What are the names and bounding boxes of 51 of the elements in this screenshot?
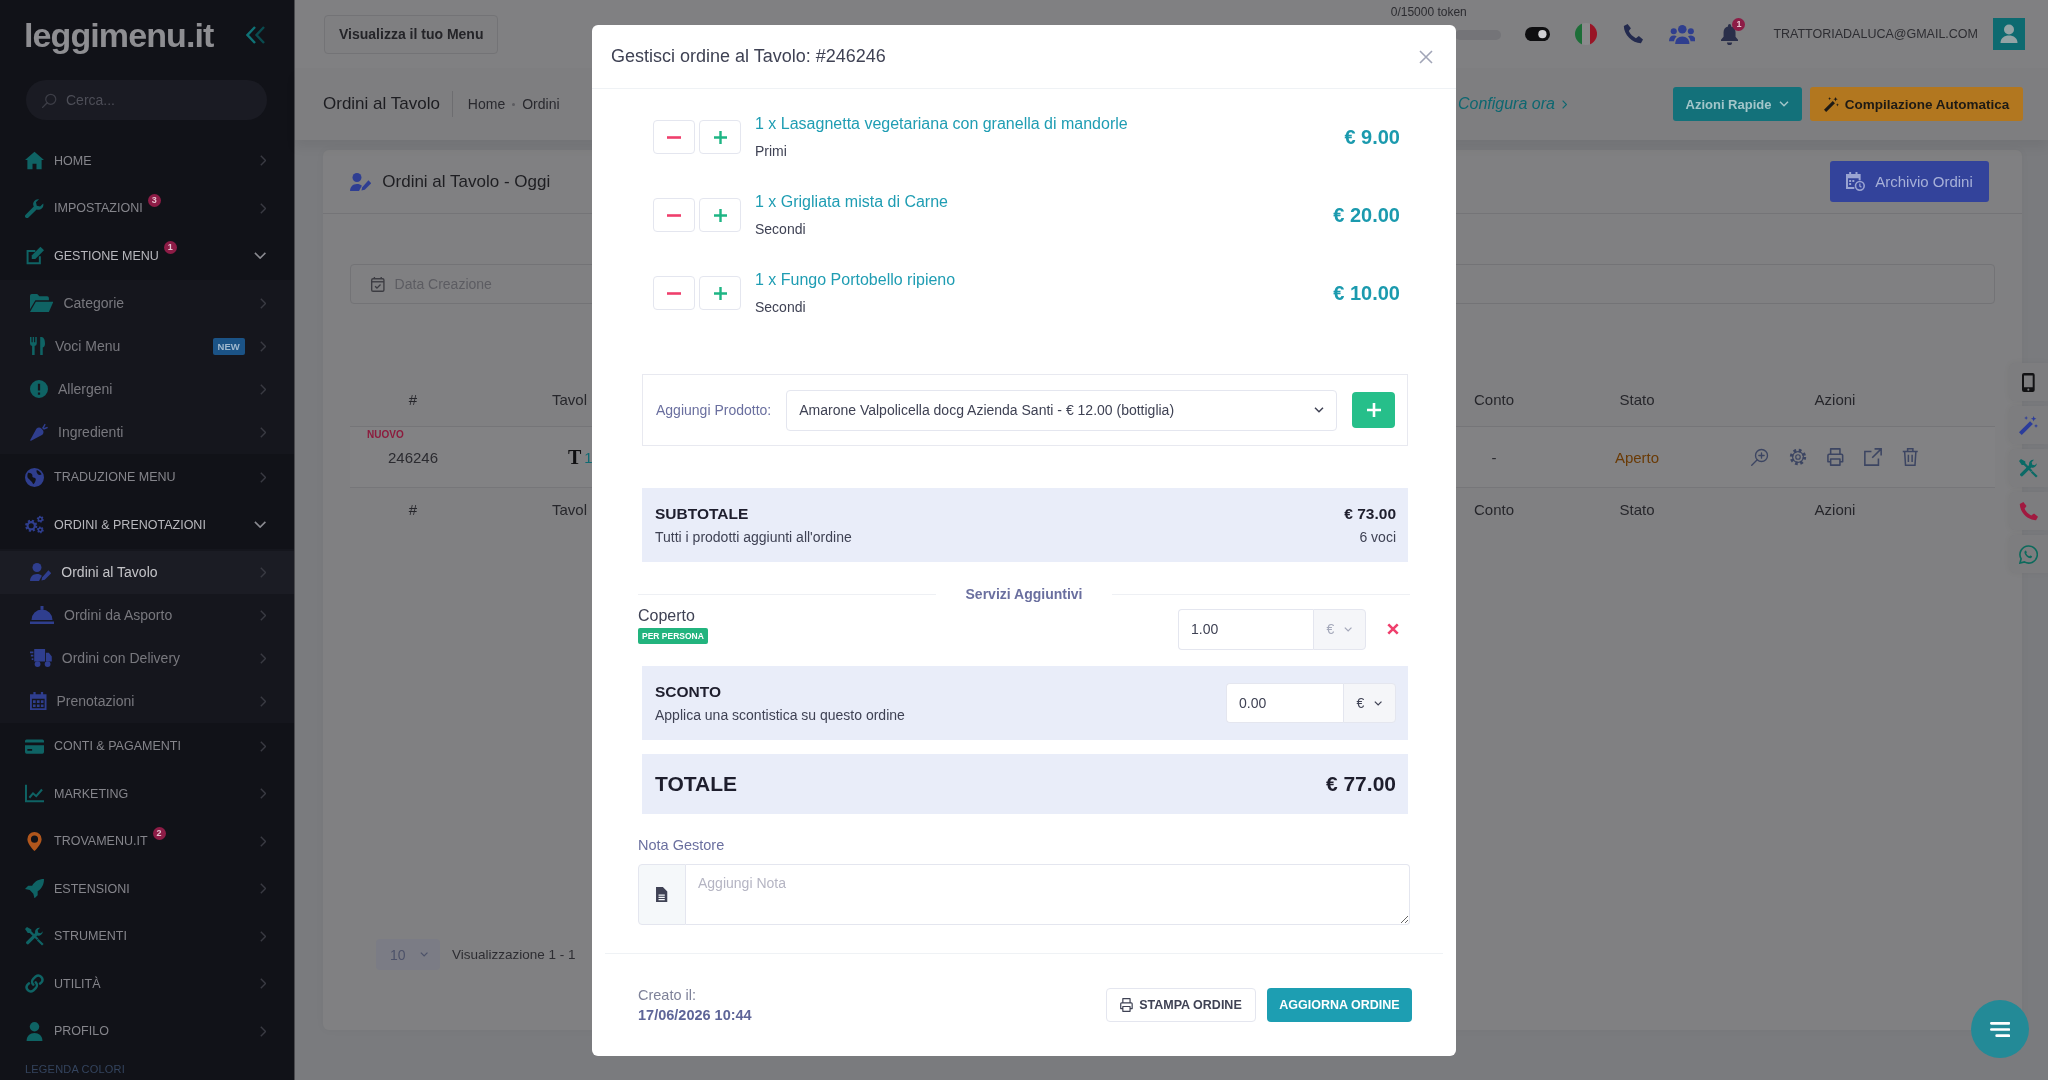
created-date: 17/06/2026 10:44 [638,1007,752,1023]
column-header: # [407,500,419,518]
discount-label: SCONTO [655,682,723,701]
product-category: Primi [755,141,788,161]
product-category: Secondi [755,297,807,317]
new-tag: NEW [212,337,245,355]
created-label: Creato il: [638,987,698,1003]
column-header: Conto [1473,500,1515,518]
section-heading: LEGENDA COLORI [25,1063,126,1075]
column-header: # [407,390,419,408]
status-text: Aperto [1613,447,1661,468]
tag: PER PERSONA [638,628,708,644]
field-label: Aggiungi Prodotto: [656,402,772,418]
pagination-info: Visualizzazione 1 - 1 [452,947,576,962]
product-name: 1 x Grigliata mista di Carne [755,191,948,212]
user-email: TRATTORIADALUCA@GMAIL.COM [1773,27,1978,41]
token-counter: 0/15000 token [1390,5,1468,20]
column-header: Tavol [551,390,589,408]
card-title: Ordini al Tavolo - Oggi [382,171,551,192]
subtotal-description: Tutti i prodotti aggiunti all'ordine [655,528,852,546]
table-number: 1 [584,448,593,466]
discount-description: Applica una scontistica su questo ordine [655,706,905,724]
product-price: € 10.00 [1333,281,1400,305]
subtotal-label: SUBTOTALE [655,504,750,523]
notification-badge: 2 [152,826,166,840]
column-header: Azioni [1813,390,1857,408]
notification-badge: 1 [163,241,177,255]
column-header: Stato [1618,500,1656,518]
total-label: TOTALE [655,772,738,796]
column-header: Azioni [1813,500,1857,518]
item-count: 6 voci [1359,528,1396,546]
subtotal-amount: € 73.00 [1344,504,1396,523]
section-heading: Servizi Aggiuntivi [964,586,1084,602]
product-category: Secondi [755,219,807,239]
field-label: Nota Gestore [638,836,726,854]
product-price: € 9.00 [1344,125,1400,149]
column-header: Stato [1618,390,1656,408]
table-cell-text: - [1490,447,1498,468]
product-name: 1 x Lasagnetta vegetariana con granella di mandorle [755,113,1128,134]
table-marker: T [568,445,582,469]
dialog-title: Gestisci ordine al Tavolo: #246246 [611,46,886,67]
notification-badge: 3 [147,193,161,207]
service-name: Coperto [638,606,695,625]
page-title: Ordini al Tavolo [323,94,440,114]
column-header: Conto [1473,390,1515,408]
new-order-label: NUOVO [367,429,404,440]
table-cell: 246246 [387,448,439,466]
total-amount: € 77.00 [1325,772,1396,796]
notification-badge: 1 [1732,17,1746,31]
product-name: 1 x Fungo Portobello ripieno [755,269,956,290]
product-price: € 20.00 [1333,203,1400,227]
